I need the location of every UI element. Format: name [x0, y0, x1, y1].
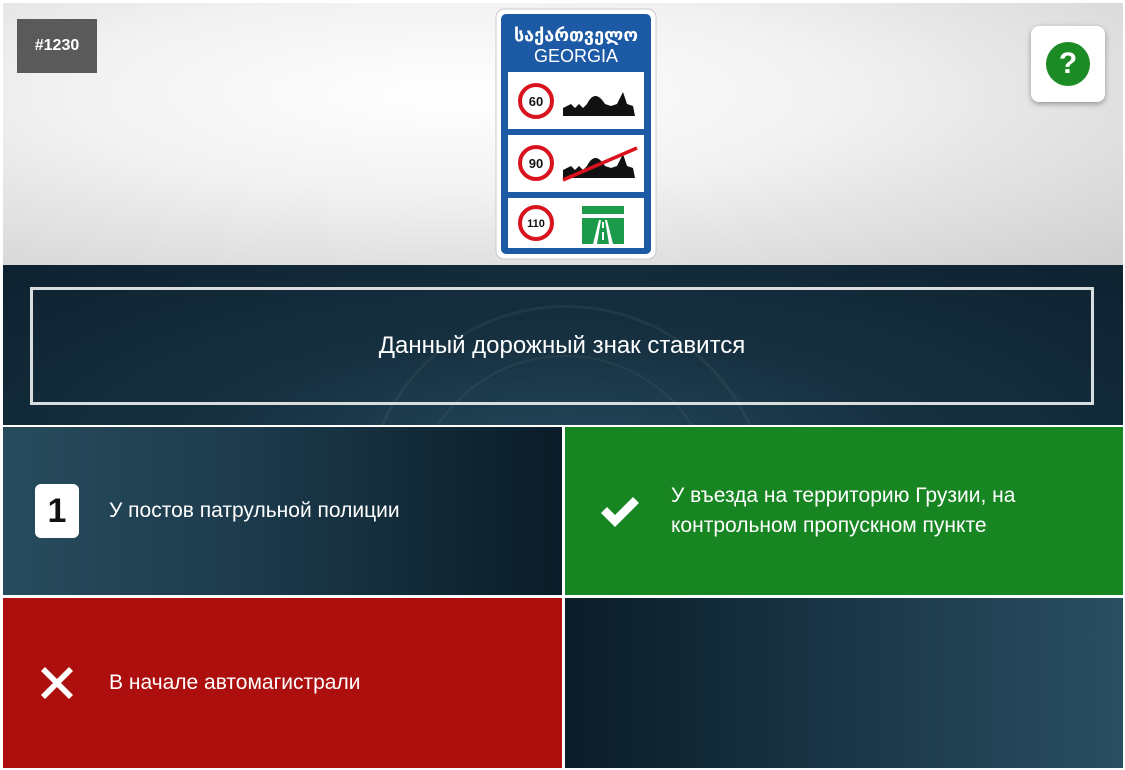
answer-option-1[interactable]: 1 У постов патрульной полиции [3, 427, 562, 595]
number-1-badge: 1 [35, 484, 79, 538]
answer-option-2-correct[interactable]: У въезда на территорию Грузии, на контро… [565, 427, 1123, 595]
answer-text-3: В начале автомагистрали [109, 671, 361, 694]
answer-number-marker: 1 [35, 484, 79, 538]
speed-limit-90: 90 [529, 156, 543, 171]
question-mark-icon: ? [1046, 42, 1090, 86]
check-icon [597, 484, 641, 538]
answer-text-2: У въезда на территорию Грузии, на контро… [671, 484, 1016, 537]
question-image-panel: #1230 საქართველო GEORGIA 60 90 110 ? [3, 3, 1123, 265]
question-panel: Данный дорожный знак ставится [3, 265, 1123, 425]
sign-header-georgian: საქართველო [514, 25, 638, 46]
sign-row-town: 60 [508, 72, 644, 129]
speed-limit-110: 110 [527, 218, 545, 230]
sign-header-latin: GEORGIA [534, 46, 618, 66]
georgia-speed-limits-sign: საქართველო GEORGIA 60 90 110 [495, 8, 657, 260]
help-button[interactable]: ? [1031, 26, 1105, 102]
answer-option-3-wrong[interactable]: В начале автомагистрали [3, 598, 562, 768]
sign-row-motorway: 110 [508, 198, 644, 248]
speed-limit-60: 60 [529, 94, 543, 109]
answer-option-4-empty [565, 598, 1123, 768]
sign-row-outside-town: 90 [508, 135, 644, 192]
motorway-icon [582, 206, 624, 244]
question-number-badge: #1230 [17, 19, 97, 73]
cross-icon [35, 656, 79, 710]
answer-text-1: У постов патрульной полиции [109, 499, 400, 522]
question-text: Данный дорожный знак ставится [378, 332, 746, 359]
question-frame: Данный дорожный знак ставится [30, 287, 1094, 405]
